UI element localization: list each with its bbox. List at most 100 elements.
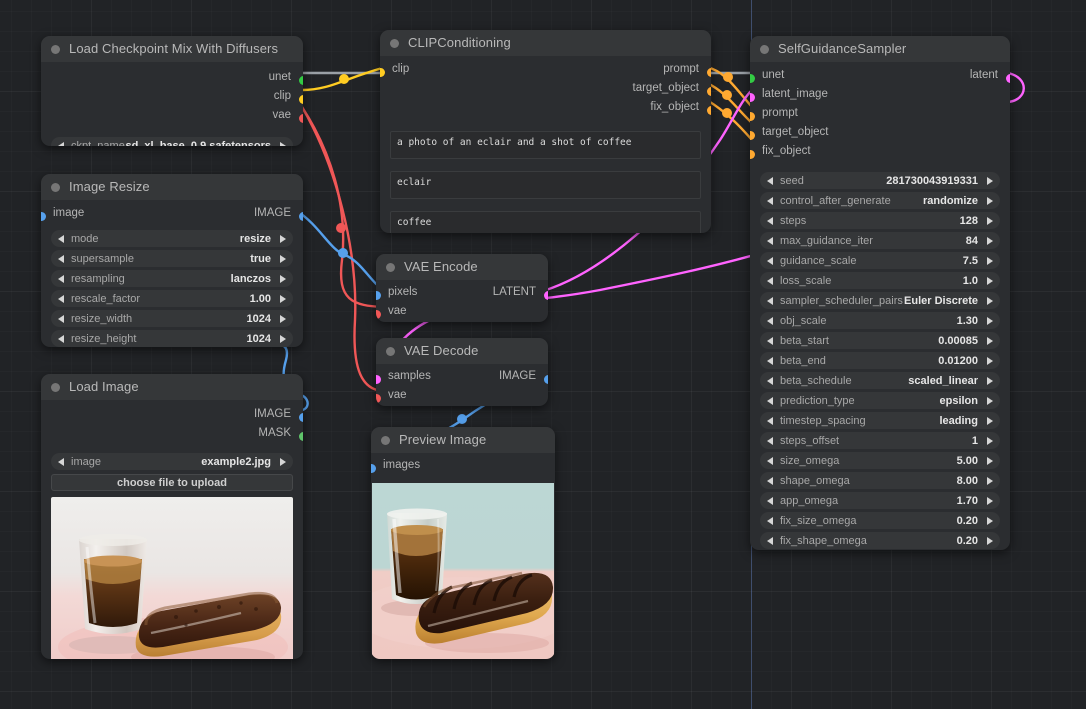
decrement-arrow-icon[interactable]	[767, 316, 773, 325]
increment-arrow-icon[interactable]	[280, 457, 286, 466]
output-socket-clip[interactable]: clip	[41, 90, 303, 108]
io-row-samples-image[interactable]: samples IMAGE	[376, 370, 548, 388]
socket-dot-clip-in[interactable]	[380, 68, 385, 77]
increment-arrow-icon[interactable]	[987, 396, 993, 405]
io-row-unet-latent[interactable]: unet latent	[750, 69, 1010, 87]
increment-arrow-icon[interactable]	[987, 196, 993, 205]
increment-arrow-icon[interactable]	[987, 516, 993, 525]
decrement-arrow-icon[interactable]	[767, 496, 773, 505]
output-socket-vae[interactable]: vae	[41, 109, 303, 127]
node-title-bar[interactable]: VAE Decode	[376, 338, 548, 364]
widget-loss-scale[interactable]: loss_scale 1.0	[760, 272, 1000, 289]
socket-dot-image-in[interactable]	[41, 212, 46, 221]
widget-size-omega[interactable]: size_omega 5.00	[760, 452, 1000, 469]
input-socket-fix-object[interactable]: fix_object	[750, 145, 1010, 163]
node-title-bar[interactable]: VAE Encode	[376, 254, 548, 280]
collapse-dot-icon[interactable]	[386, 347, 395, 356]
widget-supersample[interactable]: supersample true	[51, 250, 293, 267]
widget-seed[interactable]: seed 281730043919331	[760, 172, 1000, 189]
decrement-arrow-icon[interactable]	[58, 294, 64, 303]
widget-guidance-scale[interactable]: guidance_scale 7.5	[760, 252, 1000, 269]
node-title-bar[interactable]: Preview Image	[371, 427, 555, 453]
widget-resize-height[interactable]: resize_height 1024	[51, 330, 293, 347]
prompt-textarea[interactable]: a photo of an eclair and a shot of coffe…	[390, 131, 701, 159]
increment-arrow-icon[interactable]	[987, 236, 993, 245]
collapse-dot-icon[interactable]	[381, 436, 390, 445]
widget-app-omega[interactable]: app_omega 1.70	[760, 492, 1000, 509]
decrement-arrow-icon[interactable]	[767, 536, 773, 545]
widget-mode[interactable]: mode resize	[51, 230, 293, 247]
node-vae-encode[interactable]: VAE Encode pixels LATENT vae	[376, 254, 548, 322]
input-socket-vae[interactable]: vae	[376, 389, 548, 406]
socket-dot-images[interactable]	[371, 464, 376, 473]
increment-arrow-icon[interactable]	[987, 416, 993, 425]
socket-dot-latent-image[interactable]	[750, 93, 755, 102]
io-row-image[interactable]: image IMAGE	[41, 207, 303, 225]
widget-obj-scale[interactable]: obj_scale 1.30	[760, 312, 1000, 329]
node-title-bar[interactable]: Load Image	[41, 374, 303, 400]
socket-dot-clip[interactable]	[298, 95, 303, 104]
decrement-arrow-icon[interactable]	[767, 436, 773, 445]
socket-dot-target-object[interactable]	[706, 87, 711, 96]
decrement-arrow-icon[interactable]	[767, 516, 773, 525]
decrement-arrow-icon[interactable]	[58, 274, 64, 283]
collapse-dot-icon[interactable]	[51, 45, 60, 54]
node-title-bar[interactable]: SelfGuidanceSampler	[750, 36, 1010, 62]
increment-arrow-icon[interactable]	[280, 314, 286, 323]
socket-dot-image-out[interactable]	[543, 375, 548, 384]
node-clip-conditioning[interactable]: CLIPConditioning clip prompt target_obje…	[380, 30, 711, 233]
upload-file-button[interactable]: choose file to upload	[51, 474, 293, 491]
increment-arrow-icon[interactable]	[280, 141, 286, 146]
decrement-arrow-icon[interactable]	[767, 476, 773, 485]
output-socket-fix-object[interactable]: fix_object	[380, 101, 711, 119]
decrement-arrow-icon[interactable]	[58, 314, 64, 323]
increment-arrow-icon[interactable]	[987, 496, 993, 505]
collapse-dot-icon[interactable]	[760, 45, 769, 54]
increment-arrow-icon[interactable]	[987, 336, 993, 345]
increment-arrow-icon[interactable]	[280, 294, 286, 303]
increment-arrow-icon[interactable]	[987, 296, 993, 305]
node-title-bar[interactable]: CLIPConditioning	[380, 30, 711, 56]
socket-dot-vae[interactable]	[376, 394, 381, 403]
socket-dot-fix-object[interactable]	[706, 106, 711, 115]
input-socket-images[interactable]: images	[371, 459, 555, 477]
widget-prediction-type[interactable]: prediction_type epsilon	[760, 392, 1000, 409]
socket-dot-image[interactable]	[298, 413, 303, 422]
socket-dot-vae[interactable]	[298, 114, 303, 123]
input-socket-vae[interactable]: vae	[376, 305, 548, 322]
collapse-dot-icon[interactable]	[51, 183, 60, 192]
widget-beta-start[interactable]: beta_start 0.00085	[760, 332, 1000, 349]
decrement-arrow-icon[interactable]	[767, 236, 773, 245]
input-socket-target-object[interactable]: target_object	[750, 126, 1010, 144]
output-socket-unet[interactable]: unet	[41, 71, 303, 89]
node-image-resize[interactable]: Image Resize image IMAGE mode resize sup…	[41, 174, 303, 347]
increment-arrow-icon[interactable]	[987, 536, 993, 545]
io-row-clip-prompt[interactable]: clip prompt	[380, 63, 711, 81]
widget-beta-end[interactable]: beta_end 0.01200	[760, 352, 1000, 369]
widget-ckpt-name[interactable]: ckpt_name sd_xl_base_0.9.safetensors	[51, 137, 293, 146]
node-title-bar[interactable]: Image Resize	[41, 174, 303, 200]
socket-dot-fix-object[interactable]	[750, 150, 755, 159]
socket-dot-samples[interactable]	[376, 375, 381, 384]
socket-dot-vae[interactable]	[376, 310, 381, 319]
decrement-arrow-icon[interactable]	[767, 296, 773, 305]
decrement-arrow-icon[interactable]	[767, 176, 773, 185]
decrement-arrow-icon[interactable]	[58, 334, 64, 343]
increment-arrow-icon[interactable]	[987, 276, 993, 285]
node-preview-image[interactable]: Preview Image images	[371, 427, 555, 659]
increment-arrow-icon[interactable]	[280, 274, 286, 283]
widget-sampler-scheduler-pairs[interactable]: sampler_scheduler_pairs Euler Discrete	[760, 292, 1000, 309]
increment-arrow-icon[interactable]	[987, 176, 993, 185]
decrement-arrow-icon[interactable]	[767, 416, 773, 425]
increment-arrow-icon[interactable]	[987, 216, 993, 225]
widget-fix-size-omega[interactable]: fix_size_omega 0.20	[760, 512, 1000, 529]
socket-dot-target-object[interactable]	[750, 131, 755, 140]
decrement-arrow-icon[interactable]	[767, 396, 773, 405]
socket-dot-prompt[interactable]	[750, 112, 755, 121]
graph-canvas[interactable]: .w{fill:none;stroke-width:2.4;stroke-lin…	[0, 0, 1086, 709]
decrement-arrow-icon[interactable]	[58, 254, 64, 263]
increment-arrow-icon[interactable]	[987, 256, 993, 265]
widget-resampling[interactable]: resampling lanczos	[51, 270, 293, 287]
increment-arrow-icon[interactable]	[987, 376, 993, 385]
collapse-dot-icon[interactable]	[386, 263, 395, 272]
